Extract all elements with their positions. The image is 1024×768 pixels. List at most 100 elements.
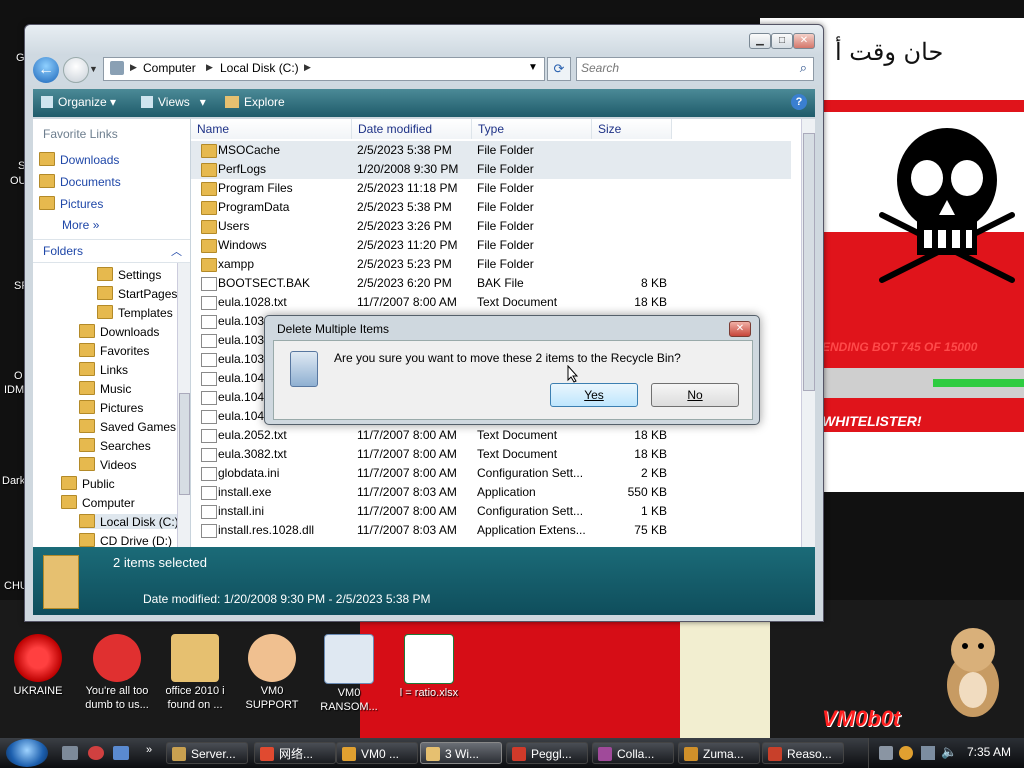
- tree-item[interactable]: StartPages: [97, 286, 177, 301]
- tray-icon[interactable]: [879, 746, 893, 760]
- quick-launch-overflow-icon[interactable]: »: [146, 744, 152, 756]
- folder-icon: [39, 196, 55, 210]
- file-list-scrollbar[interactable]: [801, 119, 815, 547]
- taskbar-button[interactable]: Reaso...: [762, 742, 844, 764]
- desktop-label-clipped[interactable]: O: [14, 370, 23, 382]
- explore-button[interactable]: Explore: [225, 95, 285, 109]
- tree-item[interactable]: Downloads: [79, 324, 159, 339]
- tree-item[interactable]: Pictures: [79, 400, 143, 415]
- tray-icon[interactable]: [899, 746, 913, 760]
- tree-item[interactable]: Videos: [79, 457, 136, 472]
- taskbar-button[interactable]: Server...: [166, 742, 248, 764]
- file-row[interactable]: Program Files 2/5/2023 11:18 PM File Folde…: [191, 179, 791, 198]
- tree-item[interactable]: Searches: [79, 438, 151, 453]
- file-row[interactable]: globdata.ini 11/7/2007 8:00 AM Configurati…: [191, 464, 791, 483]
- taskbar-button[interactable]: Peggl...: [506, 742, 588, 764]
- address-bar[interactable]: ▶ Computer ▶ Local Disk (C:) ▶ ▼: [103, 57, 545, 81]
- breadcrumb-local-disk[interactable]: Local Disk (C:): [220, 61, 299, 75]
- quick-launch-icon[interactable]: [88, 746, 104, 760]
- maximize-button[interactable]: □: [771, 33, 793, 49]
- favorite-documents[interactable]: Documents: [39, 174, 121, 189]
- taskbar-button[interactable]: VM0 ...: [336, 742, 418, 764]
- taskbar-button[interactable]: Zuma...: [678, 742, 760, 764]
- network-icon[interactable]: [921, 746, 935, 760]
- tree-item[interactable]: Public: [61, 476, 115, 491]
- help-icon[interactable]: ?: [791, 94, 807, 110]
- start-button[interactable]: [6, 739, 48, 767]
- no-button[interactable]: No: [651, 383, 739, 407]
- refresh-button[interactable]: ⟳: [547, 57, 571, 81]
- address-dropdown-icon[interactable]: ▼: [528, 62, 538, 73]
- title-bar[interactable]: ▁ □ ✕: [25, 25, 823, 55]
- tree-item[interactable]: Local Disk (C:): [79, 514, 183, 529]
- file-row[interactable]: eula.2052.txt 11/7/2007 8:00 AM Text Docum…: [191, 426, 791, 445]
- file-row[interactable]: install.res.1028.dll 11/7/2007 8:03 AM App…: [191, 521, 791, 540]
- file-row[interactable]: Windows 2/5/2023 11:20 PM File Folder: [191, 236, 791, 255]
- breadcrumb-computer[interactable]: Computer: [143, 61, 196, 75]
- tree-item[interactable]: CD Drive (D:): [79, 533, 172, 548]
- file-type: Text Document: [477, 428, 558, 442]
- column-type[interactable]: Type: [472, 119, 592, 139]
- tree-item[interactable]: Saved Games: [79, 419, 176, 434]
- file-row[interactable]: eula.1028.txt 11/7/2007 8:00 AM Text Docum…: [191, 293, 791, 312]
- views-button[interactable]: Views ▾: [141, 95, 206, 109]
- back-button[interactable]: ←: [33, 57, 59, 83]
- file-type: Text Document: [477, 295, 558, 309]
- dialog-close-button[interactable]: ✕: [729, 321, 751, 337]
- minimize-button[interactable]: ▁: [749, 33, 771, 49]
- desktop-icon-vm0-ransom[interactable]: VM0 RANSOM...: [313, 634, 385, 714]
- tree-item[interactable]: Computer: [61, 495, 135, 510]
- close-button[interactable]: ✕: [793, 33, 815, 49]
- volume-icon[interactable]: 🔈: [941, 744, 957, 760]
- folders-header[interactable]: Folders ︿: [33, 239, 190, 263]
- nav-scroll-thumb[interactable]: [179, 393, 190, 495]
- desktop-label-clipped[interactable]: Dark: [2, 475, 25, 487]
- quick-launch-icon[interactable]: [62, 746, 78, 760]
- file-row[interactable]: ProgramData 2/5/2023 5:38 PM File Folder: [191, 198, 791, 217]
- recent-pages-chevron-icon[interactable]: ▼: [89, 64, 98, 74]
- file-list-scroll-thumb[interactable]: [803, 133, 815, 391]
- nav-scrollbar[interactable]: [177, 263, 190, 547]
- organize-button[interactable]: Organize ▾: [41, 95, 116, 109]
- file-row[interactable]: Users 2/5/2023 3:26 PM File Folder: [191, 217, 791, 236]
- quick-launch-icon[interactable]: [113, 746, 129, 760]
- file-row[interactable]: install.exe 11/7/2007 8:03 AM Application 5…: [191, 483, 791, 502]
- clock[interactable]: 7:35 AM: [967, 745, 1011, 759]
- tree-item[interactable]: Links: [79, 362, 128, 377]
- file-size: 18 KB: [634, 295, 667, 309]
- file-row[interactable]: install.ini 11/7/2007 8:00 AM Configuratio…: [191, 502, 791, 521]
- yes-button[interactable]: Yes: [550, 383, 638, 407]
- search-input[interactable]: Search ⌕: [576, 57, 814, 81]
- column-name[interactable]: Name: [191, 119, 352, 139]
- favorite-downloads[interactable]: Downloads: [39, 152, 119, 167]
- taskbar-button[interactable]: 3 Wi...: [420, 742, 502, 764]
- desktop-icon-ratio-xlsx[interactable]: l = ratio.xlsx: [393, 634, 465, 700]
- desktop-label-clipped[interactable]: IDM: [4, 384, 24, 396]
- file-icon: [201, 486, 217, 500]
- favorite-more[interactable]: More »: [62, 218, 99, 232]
- file-row[interactable]: eula.3082.txt 11/7/2007 8:00 AM Text Docum…: [191, 445, 791, 464]
- forward-button[interactable]: [63, 57, 89, 83]
- tree-item[interactable]: Templates: [97, 305, 173, 320]
- file-type: File Folder: [477, 181, 534, 195]
- taskbar-button[interactable]: Colla...: [592, 742, 674, 764]
- tree-item[interactable]: Music: [79, 381, 131, 396]
- taskbar-button[interactable]: 网络...: [254, 742, 336, 764]
- desktop-icon-ukraine[interactable]: UKRAINE: [2, 634, 74, 698]
- file-row[interactable]: xampp 2/5/2023 5:23 PM File Folder: [191, 255, 791, 274]
- favorite-pictures[interactable]: Pictures: [39, 196, 103, 211]
- desktop-icon-vm0-support[interactable]: VM0 SUPPORT: [236, 634, 308, 712]
- desktop-icon-office-folder[interactable]: office 2010 i found on ...: [159, 634, 231, 712]
- file-row[interactable]: MSOCache 2/5/2023 5:38 PM File Folder: [191, 141, 791, 160]
- desktop-icon-devcpp[interactable]: You're all too dumb to us...: [81, 634, 153, 712]
- tree-item[interactable]: Settings: [97, 267, 161, 282]
- column-size[interactable]: Size: [592, 119, 672, 139]
- file-row[interactable]: PerfLogs 1/20/2008 9:30 PM File Folder: [191, 160, 791, 179]
- taskbar-button-label: Zuma...: [703, 747, 744, 761]
- file-row[interactable]: BOOTSECT.BAK 2/5/2023 6:20 PM BAK File 8 KB: [191, 274, 791, 293]
- tree-item[interactable]: Favorites: [79, 343, 149, 358]
- chevron-up-icon[interactable]: ︿: [171, 243, 182, 259]
- search-icon[interactable]: ⌕: [800, 60, 807, 76]
- system-tray: 🔈 7:35 AM: [868, 738, 1024, 768]
- column-date-modified[interactable]: Date modified: [352, 119, 472, 139]
